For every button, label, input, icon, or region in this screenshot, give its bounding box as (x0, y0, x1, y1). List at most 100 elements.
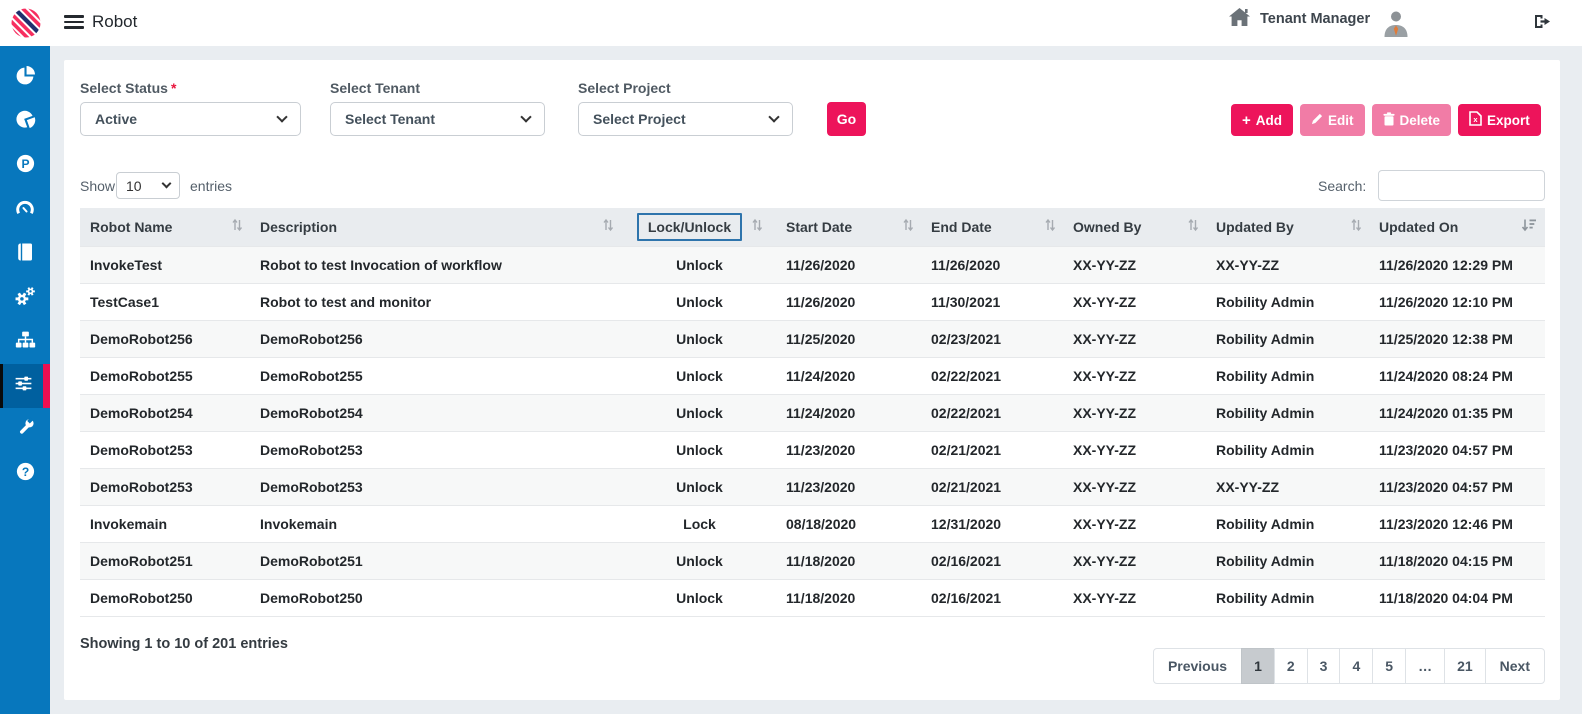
cell-owned-by: XX-YY-ZZ (1063, 320, 1206, 357)
cell-updated-on: 11/26/2020 12:10 PM (1369, 283, 1545, 320)
cell-lock-status[interactable]: Unlock (621, 542, 776, 579)
table-row[interactable]: TestCase1 Robot to test and monitor Unlo… (80, 283, 1545, 320)
col-header-lock-unlock[interactable]: Lock/Unlock (621, 208, 776, 246)
col-header-updated-on[interactable]: Updated On (1369, 208, 1545, 246)
sort-icon[interactable] (232, 218, 242, 235)
table-row[interactable]: DemoRobot253 DemoRobot253 Unlock 11/23/2… (80, 468, 1545, 505)
project-select[interactable]: Select Project (578, 102, 793, 136)
go-button[interactable]: Go (827, 102, 866, 136)
cell-lock-status[interactable]: Lock (621, 505, 776, 542)
cell-owned-by: XX-YY-ZZ (1063, 283, 1206, 320)
required-asterisk: * (171, 80, 176, 96)
pagination-page-1[interactable]: 1 (1241, 648, 1275, 684)
excel-file-icon: x (1469, 111, 1482, 129)
tenant-filter-label: Select Tenant (330, 80, 420, 96)
export-button[interactable]: x Export (1458, 104, 1541, 136)
sort-icon[interactable] (752, 218, 762, 235)
letter-p-circle-icon: P (15, 153, 36, 179)
sidebar-item-logs[interactable] (0, 232, 50, 276)
search-input[interactable] (1378, 170, 1545, 201)
cell-start-date: 11/26/2020 (776, 246, 921, 283)
cell-updated-on: 11/24/2020 01:35 PM (1369, 394, 1545, 431)
cell-lock-status[interactable]: Unlock (621, 468, 776, 505)
sort-icon[interactable] (603, 218, 613, 235)
cell-lock-status[interactable]: Unlock (621, 283, 776, 320)
table-row[interactable]: DemoRobot253 DemoRobot253 Unlock 11/23/2… (80, 431, 1545, 468)
cell-end-date: 02/21/2021 (921, 431, 1063, 468)
svg-text:P: P (21, 157, 29, 171)
sidebar-item-hierarchy[interactable] (0, 320, 50, 364)
tenant-manager-label: Tenant Manager (1260, 11, 1370, 27)
pagination-page-21[interactable]: 21 (1444, 648, 1486, 684)
sort-desc-icon[interactable] (1521, 218, 1537, 235)
cell-description: Robot to test Invocation of workflow (250, 246, 621, 283)
user-avatar[interactable] (1382, 8, 1410, 43)
sort-icon[interactable] (1351, 218, 1361, 235)
table-row[interactable]: DemoRobot254 DemoRobot254 Unlock 11/24/2… (80, 394, 1545, 431)
cell-description: Invokemain (250, 505, 621, 542)
menu-toggle-icon[interactable] (64, 15, 84, 32)
sort-icon[interactable] (1045, 218, 1055, 235)
table-row[interactable]: DemoRobot251 DemoRobot251 Unlock 11/18/2… (80, 542, 1545, 579)
col-header-end-date[interactable]: End Date (921, 208, 1063, 246)
cell-description: DemoRobot253 (250, 431, 621, 468)
sidebar-item-tools[interactable] (0, 408, 50, 452)
cell-lock-status[interactable]: Unlock (621, 394, 776, 431)
cell-updated-on: 11/23/2020 04:57 PM (1369, 468, 1545, 505)
col-header-start-date[interactable]: Start Date (776, 208, 921, 246)
cell-updated-on: 11/23/2020 04:57 PM (1369, 431, 1545, 468)
sidebar-nav: P (0, 46, 50, 714)
sidebar-item-projects[interactable]: P (0, 144, 50, 188)
tenant-manager-link[interactable]: Tenant Manager (1228, 7, 1370, 31)
pagination-next-button[interactable]: Next (1485, 648, 1545, 684)
cell-lock-status[interactable]: Unlock (621, 431, 776, 468)
cell-start-date: 11/26/2020 (776, 283, 921, 320)
sidebar-item-help[interactable]: ? (0, 452, 50, 496)
pagination-page-4[interactable]: 4 (1339, 648, 1373, 684)
logout-icon[interactable] (1534, 14, 1551, 34)
cell-robot-name: DemoRobot251 (80, 542, 250, 579)
cell-robot-name: DemoRobot255 (80, 357, 250, 394)
table-row[interactable]: DemoRobot256 DemoRobot256 Unlock 11/25/2… (80, 320, 1545, 357)
sort-icon[interactable] (1188, 218, 1198, 235)
plus-icon: + (1242, 113, 1251, 128)
sort-icon[interactable] (903, 218, 913, 235)
page-size-select[interactable]: 10 (116, 172, 180, 199)
edit-button[interactable]: Edit (1300, 104, 1365, 136)
pagination-page-3[interactable]: 3 (1307, 648, 1341, 684)
cell-lock-status[interactable]: Unlock (621, 320, 776, 357)
sidebar-item-analytics[interactable] (0, 56, 50, 100)
cell-start-date: 11/23/2020 (776, 468, 921, 505)
delete-button[interactable]: Delete (1372, 104, 1452, 136)
sidebar-item-settings[interactable] (0, 276, 50, 320)
status-select[interactable]: Active (80, 102, 301, 136)
col-header-owned-by[interactable]: Owned By (1063, 208, 1206, 246)
sidebar-item-reports[interactable] (0, 100, 50, 144)
col-header-robot-name[interactable]: Robot Name (80, 208, 250, 246)
table-row[interactable]: Invokemain Invokemain Lock 08/18/2020 12… (80, 505, 1545, 542)
pie-chart-alt-icon (15, 109, 36, 135)
add-button[interactable]: + Add (1231, 104, 1293, 136)
cell-start-date: 11/25/2020 (776, 320, 921, 357)
table-row[interactable]: DemoRobot250 DemoRobot250 Unlock 11/18/2… (80, 579, 1545, 616)
sidebar-item-dashboard[interactable] (0, 188, 50, 232)
tenant-select[interactable]: Select Tenant (330, 102, 545, 136)
wrench-icon (15, 417, 36, 443)
col-header-updated-by[interactable]: Updated By (1206, 208, 1369, 246)
cell-lock-status[interactable]: Unlock (621, 579, 776, 616)
main-panel: Select Status* Select Tenant Select Proj… (64, 60, 1560, 700)
pagination-page-2[interactable]: 2 (1274, 648, 1308, 684)
table-row[interactable]: InvokeTest Robot to test Invocation of w… (80, 246, 1545, 283)
sidebar-item-robot-config[interactable] (0, 364, 50, 408)
cell-owned-by: XX-YY-ZZ (1063, 468, 1206, 505)
col-header-description[interactable]: Description (250, 208, 621, 246)
pagination-previous-button[interactable]: Previous (1153, 648, 1242, 684)
pagination-page-5[interactable]: 5 (1372, 648, 1406, 684)
cell-lock-status[interactable]: Unlock (621, 357, 776, 394)
entries-summary: Showing 1 to 10 of 201 entries (80, 636, 288, 652)
cell-robot-name: Invokemain (80, 505, 250, 542)
cell-owned-by: XX-YY-ZZ (1063, 394, 1206, 431)
cell-updated-on: 11/18/2020 04:04 PM (1369, 579, 1545, 616)
cell-lock-status[interactable]: Unlock (621, 246, 776, 283)
table-row[interactable]: DemoRobot255 DemoRobot255 Unlock 11/24/2… (80, 357, 1545, 394)
